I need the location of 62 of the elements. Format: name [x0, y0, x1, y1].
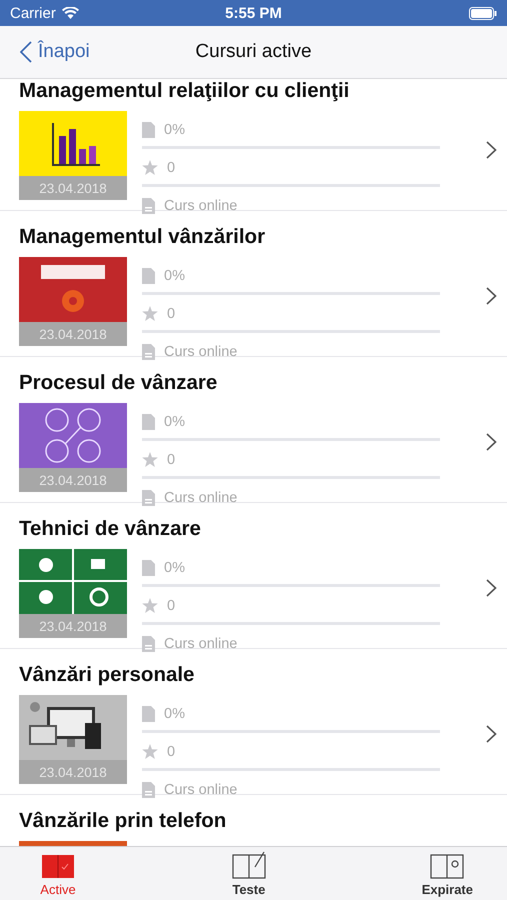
course-date: 23.04.2018 — [19, 468, 127, 492]
course-row[interactable]: Managementul vânzărilor 23.04.2018 0% 0 Curs online — [0, 211, 507, 357]
progress-text: 0% — [164, 560, 185, 576]
course-title: Vânzări personale — [19, 663, 196, 687]
course-title: Managementul vânzărilor — [19, 225, 266, 249]
star-icon — [142, 160, 158, 175]
progress-icon — [142, 560, 155, 576]
nav-title: Cursuri active — [195, 41, 312, 63]
rating-text: 0 — [167, 452, 176, 468]
star-icon — [142, 598, 158, 613]
back-link[interactable]: Înapoi — [0, 41, 90, 63]
progress-icon — [142, 706, 155, 722]
rating-text: 0 — [167, 744, 176, 760]
tab[interactable]: Active — [34, 847, 82, 900]
chevron-icon[interactable] — [486, 725, 497, 743]
course-row[interactable]: Tehnici de vânzare 23.04.2018 0% 0 Curs online — [0, 503, 507, 649]
status-time: 5:55 PM — [225, 4, 282, 22]
course-type: Curs online — [164, 198, 238, 214]
star-icon — [142, 744, 158, 759]
course-type: Curs online — [164, 782, 238, 798]
course-row[interactable]: Managementul relaţiilor cu clienţii 23.04.2018 0% 0 Curs online — [0, 79, 507, 211]
document-icon — [142, 344, 155, 360]
progress-text: 0% — [164, 414, 185, 430]
document-icon — [142, 636, 155, 652]
course-title: Tehnici de vânzare — [19, 517, 202, 541]
course-title: Managementul relaţiilor cu clienţii — [19, 79, 350, 103]
course-type: Curs online — [164, 344, 238, 360]
progress-text: 0% — [164, 706, 185, 722]
course-row[interactable]: Vânzări personale 23.04.2018 0% 0 Curs online — [0, 649, 507, 795]
rating-text: 0 — [167, 160, 176, 176]
course-type: Curs online — [164, 636, 238, 652]
tab[interactable]: Teste — [224, 847, 273, 900]
rating-text: 0 — [167, 598, 176, 614]
document-icon — [142, 490, 155, 506]
rating-text: 0 — [167, 306, 176, 322]
course-title: Vânzările prin telefon — [19, 809, 228, 833]
star-icon — [142, 306, 158, 321]
back-chevron-icon — [20, 41, 32, 63]
progress-text: 0% — [164, 122, 185, 138]
carrier-text: Carrier — [10, 4, 56, 22]
course-date: 23.04.2018 — [19, 614, 127, 638]
progress-icon — [142, 414, 155, 430]
progress-icon — [142, 268, 155, 284]
course-type: Curs online — [164, 490, 238, 506]
progress-icon — [142, 122, 155, 138]
course-date: 23.04.2018 — [19, 176, 127, 200]
tab[interactable]: Expirate — [416, 847, 479, 900]
course-date: 23.04.2018 — [19, 760, 127, 784]
chevron-icon[interactable] — [486, 287, 497, 305]
wifi-icon — [62, 7, 79, 19]
document-icon — [142, 198, 155, 214]
chevron-icon[interactable] — [486, 433, 497, 451]
chevron-icon[interactable] — [486, 579, 497, 597]
course-date: 23.04.2018 — [19, 322, 127, 346]
book-pencil-icon — [230, 851, 267, 879]
chevron-icon[interactable] — [486, 141, 497, 159]
progress-text: 0% — [164, 268, 185, 284]
star-icon — [142, 452, 158, 467]
course-row[interactable]: Procesul de vânzare 23.04.2018 0% 0 Curs online — [0, 357, 507, 503]
battery-icon — [469, 6, 497, 20]
document-icon — [142, 782, 155, 798]
course-title: Procesul de vânzare — [19, 371, 218, 395]
